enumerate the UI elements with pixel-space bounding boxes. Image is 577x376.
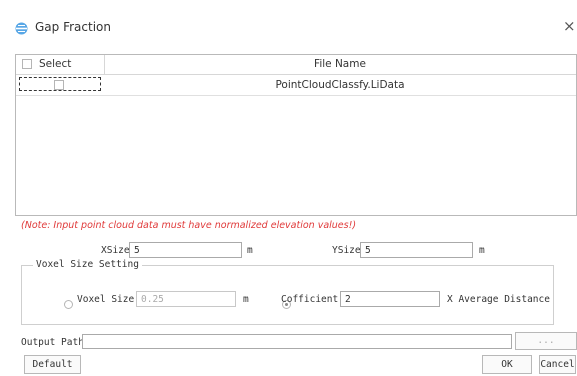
column-header-select[interactable]: Select [16, 55, 105, 74]
ysize-unit: m [479, 245, 485, 256]
table-header: Select File Name [16, 55, 576, 75]
xsize-input[interactable] [129, 242, 242, 258]
browse-button[interactable]: ... [515, 332, 577, 350]
file-table: Select File Name PointCloudClassfy.LiDat… [15, 54, 577, 216]
voxel-size-input[interactable] [136, 291, 236, 307]
output-path-label: Output Path [21, 337, 84, 348]
voxel-size-unit: m [243, 294, 249, 305]
note-text: (Note: Input point cloud data must have … [21, 220, 357, 231]
row-checkbox[interactable] [54, 80, 64, 90]
window-title: Gap Fraction [35, 20, 111, 34]
ok-button[interactable]: OK [482, 355, 532, 374]
select-header-label: Select [39, 58, 72, 70]
coefficient-label[interactable]: Cofficient [281, 294, 338, 305]
coefficient-suffix: X Average Distance [447, 294, 550, 305]
voxel-group-title: Voxel Size Setting [33, 259, 142, 270]
ysize-input[interactable] [360, 242, 473, 258]
ysize-label: YSize [332, 245, 361, 256]
select-all-checkbox[interactable] [22, 59, 32, 69]
coefficient-input[interactable] [340, 291, 440, 307]
table-row[interactable]: PointCloudClassfy.LiData [16, 75, 576, 96]
voxel-size-radio[interactable] [64, 300, 73, 309]
row-select-cell[interactable] [19, 77, 101, 91]
voxel-size-label[interactable]: Voxel Size [77, 294, 134, 305]
cancel-button[interactable]: Cancel [539, 355, 576, 374]
xsize-unit: m [247, 245, 253, 256]
row-file-name: PointCloudClassfy.LiData [275, 79, 405, 91]
app-icon [15, 22, 28, 35]
close-icon[interactable]: × [563, 17, 576, 35]
default-button[interactable]: Default [24, 355, 81, 374]
column-header-file-name[interactable]: File Name [105, 55, 575, 74]
xsize-label: XSize [101, 245, 130, 256]
output-path-input[interactable] [82, 334, 512, 349]
